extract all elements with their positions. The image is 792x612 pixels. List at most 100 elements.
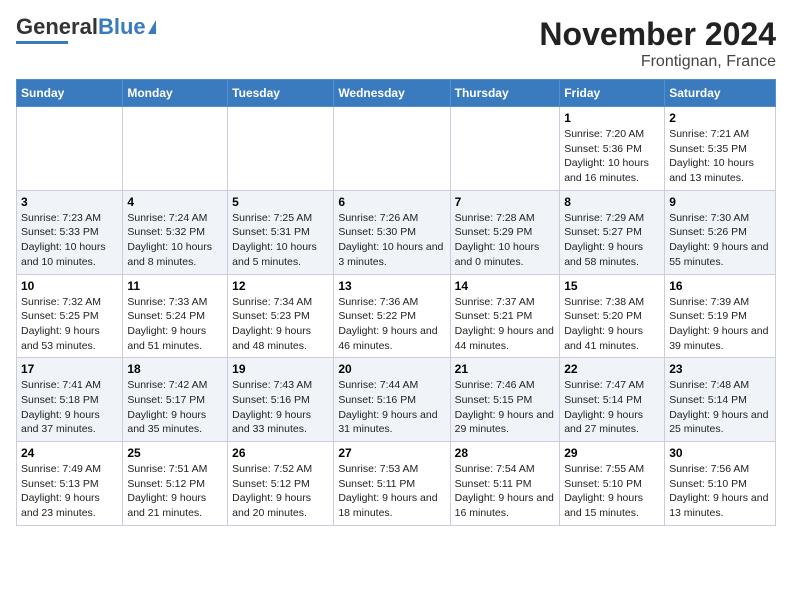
day-info: Sunrise: 7:25 AM Sunset: 5:31 PM Dayligh…	[232, 211, 329, 270]
day-info: Sunrise: 7:20 AM Sunset: 5:36 PM Dayligh…	[564, 127, 660, 186]
day-number: 24	[21, 446, 118, 460]
calendar-cell	[17, 107, 123, 191]
day-number: 28	[455, 446, 556, 460]
day-number: 4	[127, 195, 223, 209]
day-info: Sunrise: 7:38 AM Sunset: 5:20 PM Dayligh…	[564, 295, 660, 354]
calendar-cell: 16 Sunrise: 7:39 AM Sunset: 5:19 PM Dayli…	[665, 274, 776, 358]
day-info: Sunrise: 7:49 AM Sunset: 5:13 PM Dayligh…	[21, 462, 118, 521]
day-info: Sunrise: 7:28 AM Sunset: 5:29 PM Dayligh…	[455, 211, 556, 270]
calendar-week-row: 17 Sunrise: 7:41 AM Sunset: 5:18 PM Dayli…	[17, 358, 776, 442]
day-info: Sunrise: 7:42 AM Sunset: 5:17 PM Dayligh…	[127, 378, 223, 437]
column-header-friday: Friday	[560, 80, 665, 107]
day-info: Sunrise: 7:43 AM Sunset: 5:16 PM Dayligh…	[232, 378, 329, 437]
calendar-table: SundayMondayTuesdayWednesdayThursdayFrid…	[16, 79, 776, 526]
day-number: 22	[564, 362, 660, 376]
day-number: 8	[564, 195, 660, 209]
column-header-sunday: Sunday	[17, 80, 123, 107]
day-info: Sunrise: 7:37 AM Sunset: 5:21 PM Dayligh…	[455, 295, 556, 354]
day-number: 25	[127, 446, 223, 460]
page-subtitle: Frontignan, France	[539, 53, 776, 71]
day-info: Sunrise: 7:36 AM Sunset: 5:22 PM Dayligh…	[338, 295, 445, 354]
calendar-week-row: 24 Sunrise: 7:49 AM Sunset: 5:13 PM Dayli…	[17, 442, 776, 526]
calendar-cell: 18 Sunrise: 7:42 AM Sunset: 5:17 PM Dayli…	[123, 358, 228, 442]
logo-general: General	[16, 14, 98, 39]
day-number: 2	[669, 111, 771, 125]
day-info: Sunrise: 7:33 AM Sunset: 5:24 PM Dayligh…	[127, 295, 223, 354]
day-info: Sunrise: 7:41 AM Sunset: 5:18 PM Dayligh…	[21, 378, 118, 437]
calendar-cell: 1 Sunrise: 7:20 AM Sunset: 5:36 PM Daylig…	[560, 107, 665, 191]
column-header-tuesday: Tuesday	[228, 80, 334, 107]
calendar-cell: 25 Sunrise: 7:51 AM Sunset: 5:12 PM Dayli…	[123, 442, 228, 526]
day-number: 23	[669, 362, 771, 376]
day-info: Sunrise: 7:32 AM Sunset: 5:25 PM Dayligh…	[21, 295, 118, 354]
day-number: 6	[338, 195, 445, 209]
day-number: 13	[338, 279, 445, 293]
day-info: Sunrise: 7:39 AM Sunset: 5:19 PM Dayligh…	[669, 295, 771, 354]
day-info: Sunrise: 7:56 AM Sunset: 5:10 PM Dayligh…	[669, 462, 771, 521]
day-number: 15	[564, 279, 660, 293]
day-info: Sunrise: 7:34 AM Sunset: 5:23 PM Dayligh…	[232, 295, 329, 354]
calendar-cell: 6Sunrise: 7:26 AM Sunset: 5:30 PM Daylig…	[334, 190, 450, 274]
page-title: November 2024	[539, 16, 776, 53]
calendar-cell: 28 Sunrise: 7:54 AM Sunset: 5:11 PM Dayli…	[450, 442, 560, 526]
day-number: 20	[338, 362, 445, 376]
day-number: 30	[669, 446, 771, 460]
day-info: Sunrise: 7:23 AM Sunset: 5:33 PM Dayligh…	[21, 211, 118, 270]
day-info: Sunrise: 7:54 AM Sunset: 5:11 PM Dayligh…	[455, 462, 556, 521]
day-number: 9	[669, 195, 771, 209]
day-info: Sunrise: 7:55 AM Sunset: 5:10 PM Dayligh…	[564, 462, 660, 521]
day-number: 3	[21, 195, 118, 209]
day-info: Sunrise: 7:51 AM Sunset: 5:12 PM Dayligh…	[127, 462, 223, 521]
day-number: 17	[21, 362, 118, 376]
calendar-cell: 3 Sunrise: 7:23 AM Sunset: 5:33 PM Daylig…	[17, 190, 123, 274]
day-info: Sunrise: 7:30 AM Sunset: 5:26 PM Dayligh…	[669, 211, 771, 270]
column-header-wednesday: Wednesday	[334, 80, 450, 107]
calendar-cell: 27Sunrise: 7:53 AM Sunset: 5:11 PM Dayli…	[334, 442, 450, 526]
calendar-cell: 14 Sunrise: 7:37 AM Sunset: 5:21 PM Dayli…	[450, 274, 560, 358]
column-header-thursday: Thursday	[450, 80, 560, 107]
day-number: 21	[455, 362, 556, 376]
day-number: 11	[127, 279, 223, 293]
calendar-cell: 29 Sunrise: 7:55 AM Sunset: 5:10 PM Dayli…	[560, 442, 665, 526]
day-number: 16	[669, 279, 771, 293]
day-number: 29	[564, 446, 660, 460]
day-number: 1	[564, 111, 660, 125]
day-number: 18	[127, 362, 223, 376]
day-number: 5	[232, 195, 329, 209]
title-block: November 2024 Frontignan, France	[539, 16, 776, 71]
column-header-saturday: Saturday	[665, 80, 776, 107]
calendar-cell: 9 Sunrise: 7:30 AM Sunset: 5:26 PM Daylig…	[665, 190, 776, 274]
page-header: GeneralBlue November 2024 Frontignan, Fr…	[16, 16, 776, 71]
calendar-week-row: 10 Sunrise: 7:32 AM Sunset: 5:25 PM Dayli…	[17, 274, 776, 358]
calendar-cell: 17 Sunrise: 7:41 AM Sunset: 5:18 PM Dayli…	[17, 358, 123, 442]
calendar-week-row: 1 Sunrise: 7:20 AM Sunset: 5:36 PM Daylig…	[17, 107, 776, 191]
calendar-cell	[450, 107, 560, 191]
logo-arrow-icon	[148, 20, 156, 34]
day-number: 19	[232, 362, 329, 376]
calendar-cell	[334, 107, 450, 191]
calendar-cell: 4Sunrise: 7:24 AM Sunset: 5:32 PM Daylig…	[123, 190, 228, 274]
day-number: 14	[455, 279, 556, 293]
day-info: Sunrise: 7:29 AM Sunset: 5:27 PM Dayligh…	[564, 211, 660, 270]
day-number: 10	[21, 279, 118, 293]
calendar-cell: 23 Sunrise: 7:48 AM Sunset: 5:14 PM Dayli…	[665, 358, 776, 442]
calendar-cell: 15 Sunrise: 7:38 AM Sunset: 5:20 PM Dayli…	[560, 274, 665, 358]
logo: GeneralBlue	[16, 16, 156, 44]
day-info: Sunrise: 7:44 AM Sunset: 5:16 PM Dayligh…	[338, 378, 445, 437]
calendar-cell: 8 Sunrise: 7:29 AM Sunset: 5:27 PM Daylig…	[560, 190, 665, 274]
calendar-week-row: 3 Sunrise: 7:23 AM Sunset: 5:33 PM Daylig…	[17, 190, 776, 274]
calendar-cell: 19 Sunrise: 7:43 AM Sunset: 5:16 PM Dayli…	[228, 358, 334, 442]
day-number: 7	[455, 195, 556, 209]
calendar-cell	[228, 107, 334, 191]
day-info: Sunrise: 7:48 AM Sunset: 5:14 PM Dayligh…	[669, 378, 771, 437]
calendar-cell: 21Sunrise: 7:46 AM Sunset: 5:15 PM Dayli…	[450, 358, 560, 442]
calendar-cell: 30 Sunrise: 7:56 AM Sunset: 5:10 PM Dayli…	[665, 442, 776, 526]
calendar-cell: 20 Sunrise: 7:44 AM Sunset: 5:16 PM Dayli…	[334, 358, 450, 442]
day-info: Sunrise: 7:47 AM Sunset: 5:14 PM Dayligh…	[564, 378, 660, 437]
day-info: Sunrise: 7:52 AM Sunset: 5:12 PM Dayligh…	[232, 462, 329, 521]
column-header-monday: Monday	[123, 80, 228, 107]
day-number: 26	[232, 446, 329, 460]
day-number: 27	[338, 446, 445, 460]
day-number: 12	[232, 279, 329, 293]
calendar-cell: 2Sunrise: 7:21 AM Sunset: 5:35 PM Daylig…	[665, 107, 776, 191]
